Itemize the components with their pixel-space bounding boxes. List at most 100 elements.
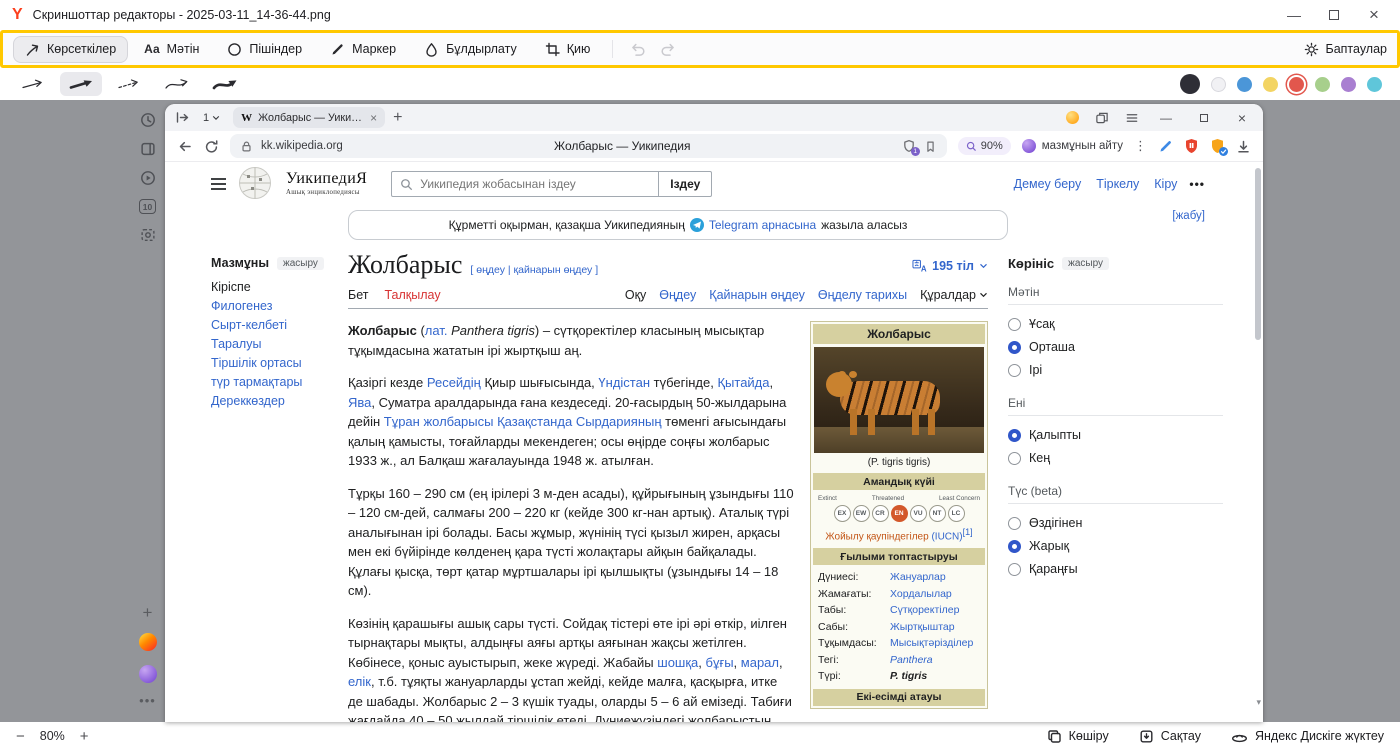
taxonomy-value[interactable]: Хордалылар [890,586,980,603]
tool-shapes-button[interactable]: Пішіндер [215,36,314,63]
wiki-header-link[interactable]: Демеу беру [1014,177,1082,191]
arrow-style-curved-thin[interactable] [156,72,198,96]
url-box[interactable]: kk.wikipedia.org Жолбарыс — Уикипедия 1 [230,134,947,158]
toc-hide-button[interactable]: жасыру [277,257,324,270]
page-tab[interactable]: Өңдеу [659,288,696,302]
color-swatch[interactable] [1289,77,1304,92]
browser-tab[interactable]: W Жолбарыс — Уикипедия × [233,107,385,128]
telegram-link[interactable]: Telegram арнасына [709,218,816,232]
appearance-option[interactable]: Қалыпты [1008,424,1223,447]
play-icon[interactable] [140,170,156,186]
taxonomy-value[interactable]: Сүтқоректілер [890,602,980,619]
search-button[interactable]: Іздеу [659,171,712,197]
tool-crop-button[interactable]: Қию [533,36,603,63]
wiki-header-link[interactable]: Тіркелу [1096,177,1139,191]
color-swatch[interactable] [1367,77,1382,92]
toc-item[interactable]: түр тармақтары [211,373,348,392]
article-link[interactable]: Қытайда [717,375,769,390]
bookmark-icon[interactable] [924,140,937,153]
tool-text-button[interactable]: АаМәтін [132,36,211,62]
appearance-option[interactable]: Ұсақ [1008,313,1223,336]
taxonomy-value[interactable]: Жыртқыштар [890,619,980,636]
header-more-icon[interactable]: ••• [1189,177,1205,191]
new-tab-button[interactable]: + [393,110,402,126]
panels-icon[interactable] [140,141,156,157]
zoom-out-button[interactable]: − [16,728,25,745]
edit-page-icon[interactable] [1158,139,1173,154]
iucn-link[interactable]: (IUCN) [931,531,962,542]
browser-minimize-icon[interactable]: — [1155,111,1177,125]
editor-canvas[interactable]: 10 + ••• 1 W Жолбарыс — Уикипедия [0,100,1400,722]
article-link[interactable]: Қазақстанда [497,414,572,429]
maximize-button[interactable] [1314,7,1354,23]
article-link[interactable]: Сырдарияның [576,414,662,429]
color-swatch[interactable] [1315,77,1330,92]
appearance-option[interactable]: Ірі [1008,359,1223,382]
color-swatch[interactable] [1211,77,1226,92]
appearance-option[interactable]: Қараңғы [1008,558,1223,581]
tab-close-icon[interactable]: × [370,111,377,125]
undo-button[interactable] [630,42,646,57]
banner-close-link[interactable]: [жабу] [1172,210,1205,222]
extension-icon[interactable] [1066,111,1079,124]
toc-item[interactable]: Дереккөздер [211,392,348,411]
alice-icon[interactable] [139,665,157,683]
history-icon[interactable] [140,112,156,128]
tool-blur-button[interactable]: Бұлдырлату [412,36,529,63]
scrollbar-thumb[interactable] [1255,168,1261,340]
title-edit-links[interactable]: [ өңдеу | қайнарын өңдеу ] [470,264,598,276]
reload-icon[interactable] [204,139,219,154]
page-tab[interactable]: Өңделу тарихы [818,288,907,302]
more-options-icon[interactable]: ⋮ [1134,138,1147,154]
download-icon[interactable] [1236,139,1251,154]
browser-close-icon[interactable]: × [1231,110,1253,126]
article-link[interactable]: Үндістан [598,375,650,390]
wiki-header-link[interactable]: Кіру [1154,177,1177,191]
page-tab[interactable]: Қайнарын өңдеу [709,288,805,302]
tab-count-button[interactable]: 1 [198,110,225,126]
article-link[interactable]: елік [348,674,371,689]
article-link[interactable]: бұғы [706,655,734,670]
article-link[interactable]: Тұран жолбарысы [384,414,494,429]
color-swatch[interactable] [1237,77,1252,92]
tab-counter-badge[interactable]: 10 [139,199,156,214]
arrow-style-dashed[interactable] [108,72,150,96]
appearance-option[interactable]: Кең [1008,447,1223,470]
redo-button[interactable] [660,42,676,57]
toc-item[interactable]: Сырт-келбеті [211,316,348,335]
page-tab[interactable]: Талқылау [384,288,440,302]
page-tab[interactable]: Құралдар [920,288,988,302]
color-swatch[interactable] [1341,77,1356,92]
article-link[interactable]: лат. [425,323,448,338]
add-icon[interactable]: + [143,603,153,623]
article-link[interactable]: марал [741,655,779,670]
article-link[interactable]: Ява [348,395,371,410]
browser-restore-icon[interactable] [1193,111,1215,125]
color-swatch[interactable] [1263,77,1278,92]
article-link[interactable]: шошқа [657,655,698,670]
language-selector[interactable]: A 195 тіл [912,259,988,273]
status-link[interactable]: Жойылу қаупіндегілер [825,531,928,542]
search-input-box[interactable] [391,171,659,197]
page-tab[interactable]: Оқу [625,288,646,302]
arrow-style-straight-thin[interactable] [12,72,54,96]
taxonomy-value[interactable]: Жануарлар [890,569,980,586]
upload-button[interactable]: Яндекс Дискіге жүктеу [1231,729,1384,744]
page-tab[interactable]: Бет [348,288,368,302]
minimize-button[interactable]: — [1274,7,1314,23]
close-button[interactable]: × [1354,5,1394,25]
toc-item[interactable]: Кіріспе [211,278,348,297]
page-zoom-badge[interactable]: 90% [958,137,1011,155]
browser-menu-icon[interactable] [1125,111,1139,125]
screenshot-tool-icon[interactable] [140,227,156,243]
taxonomy-value[interactable]: Мысықтәрізділер [890,635,980,652]
appearance-option[interactable]: Орташа [1008,336,1223,359]
more-icon[interactable]: ••• [139,693,156,708]
copy-button[interactable]: Көшіру [1047,729,1109,744]
arrow-style-straight-bold[interactable] [60,72,102,96]
tool-arrows-button[interactable]: Көрсеткілер [13,36,128,63]
security-shield-icon[interactable] [1210,138,1225,154]
settings-button[interactable]: Баптаулар [1304,42,1388,57]
color-swatch[interactable] [1180,74,1200,94]
read-aloud-button[interactable]: мазмұнын айту [1022,139,1123,153]
